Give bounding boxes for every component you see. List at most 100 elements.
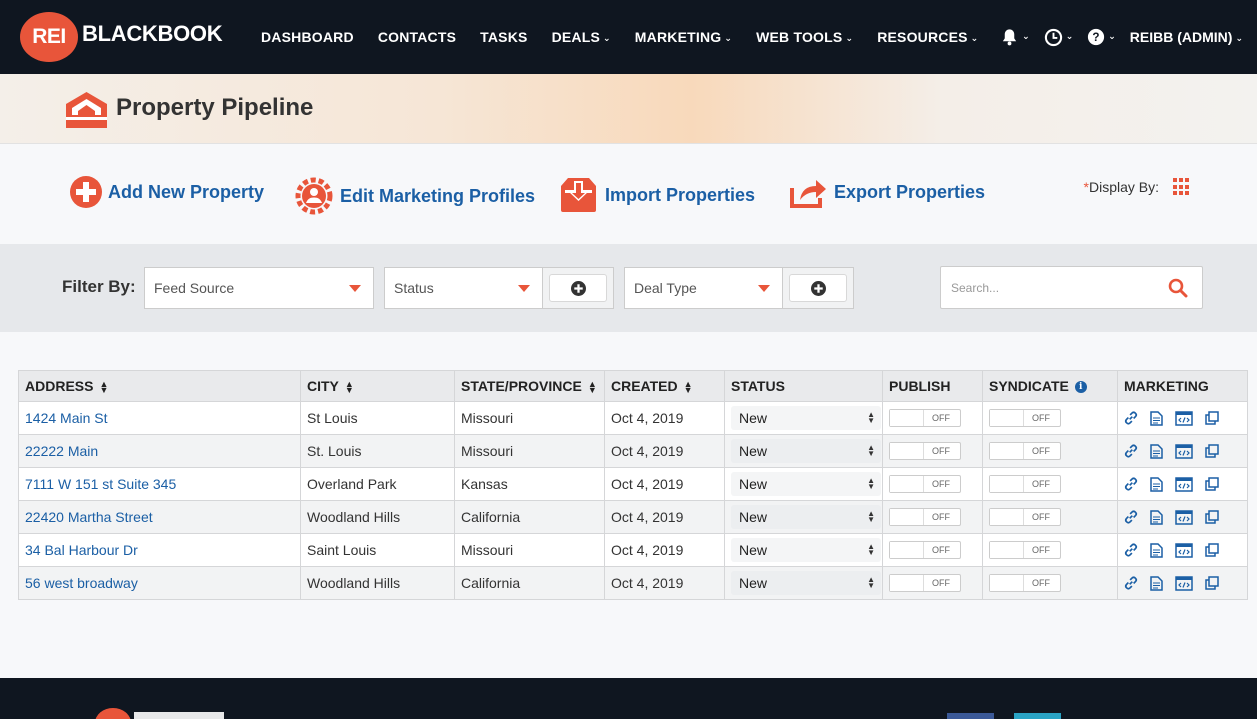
copy-icon[interactable]	[1205, 543, 1219, 557]
edit-marketing-profiles-button[interactable]: Edit Marketing Profiles	[294, 176, 535, 216]
copy-icon[interactable]	[1205, 510, 1219, 524]
user-menu[interactable]: REIBB (ADMIN) ⌄	[1130, 29, 1243, 45]
status-select[interactable]: New ▲ ▼	[731, 406, 881, 430]
address-link[interactable]: 22420 Martha Street	[25, 509, 153, 525]
link-icon[interactable]	[1124, 411, 1138, 425]
link-icon[interactable]	[1124, 444, 1138, 458]
dropdown-triangle-icon	[349, 285, 361, 292]
status-select[interactable]: New ▲ ▼	[731, 538, 881, 562]
status-select[interactable]: New ▲ ▼	[731, 439, 881, 463]
syndicate-toggle[interactable]: OFF	[989, 541, 1061, 559]
brand-logo[interactable]: REI BLACKBOOK	[20, 12, 223, 62]
document-icon[interactable]	[1150, 410, 1163, 426]
column-created-header[interactable]: CREATED ▲ ▼	[604, 370, 725, 402]
column-address-header[interactable]: ADDRESS ▲ ▼	[18, 370, 301, 402]
syndicate-toggle[interactable]: OFF	[989, 475, 1061, 493]
status-select[interactable]: Status	[384, 267, 543, 309]
feed-source-value: Feed Source	[154, 280, 235, 296]
address-link[interactable]: 7111 W 151 st Suite 345	[25, 476, 176, 492]
export-properties-button[interactable]: Export Properties	[790, 176, 985, 208]
nav-resources[interactable]: RESOURCES ⌄	[877, 29, 978, 45]
document-icon[interactable]	[1150, 509, 1163, 525]
syndicate-toggle[interactable]: OFF	[989, 409, 1061, 427]
user-gear-icon	[295, 177, 333, 215]
search-input[interactable]	[951, 277, 1151, 299]
history-menu[interactable]: ⌄	[1044, 28, 1073, 47]
cell-state: California	[454, 566, 605, 600]
copy-icon[interactable]	[1205, 411, 1219, 425]
add-status-filter-button[interactable]	[549, 274, 607, 302]
cell-address: 1424 Main St	[18, 401, 301, 435]
copy-icon[interactable]	[1205, 477, 1219, 491]
status-select[interactable]: New ▲ ▼	[731, 505, 881, 529]
facebook-icon[interactable]	[947, 713, 994, 719]
embed-code-icon[interactable]	[1175, 575, 1193, 591]
embed-code-icon[interactable]	[1175, 542, 1193, 558]
import-properties-button[interactable]: Import Properties	[558, 176, 755, 214]
publish-toggle[interactable]: OFF	[889, 508, 961, 526]
column-state-header[interactable]: STATE/PROVINCE ▲ ▼	[454, 370, 605, 402]
status-select[interactable]: New ▲ ▼	[731, 472, 881, 496]
publish-toggle[interactable]: OFF	[889, 541, 961, 559]
address-link[interactable]: 56 west broadway	[25, 575, 138, 591]
copy-icon[interactable]	[1205, 576, 1219, 590]
chevron-down-icon: ⌄	[970, 33, 979, 43]
link-icon[interactable]	[1124, 510, 1138, 524]
address-link[interactable]: 1424 Main St	[25, 410, 108, 426]
deal-type-select[interactable]: Deal Type	[624, 267, 783, 309]
column-city-header[interactable]: CITY ▲ ▼	[300, 370, 455, 402]
nav-contacts[interactable]: CONTACTS	[378, 29, 456, 45]
link-icon[interactable]	[1124, 576, 1138, 590]
add-property-button[interactable]: Add New Property	[70, 176, 264, 208]
select-arrows-icon: ▲ ▼	[867, 410, 875, 425]
feed-source-select[interactable]: Feed Source	[144, 267, 374, 309]
document-icon[interactable]	[1150, 476, 1163, 492]
header-label: SYNDICATE	[989, 378, 1069, 394]
user-name: REIBB (ADMIN)	[1129, 29, 1233, 45]
cell-address: 7111 W 151 st Suite 345	[18, 467, 301, 501]
cell-publish: OFF	[882, 500, 983, 534]
document-icon[interactable]	[1150, 542, 1163, 558]
twitter-icon[interactable]	[1014, 713, 1061, 719]
table-row: 7111 W 151 st Suite 345 Overland Park Kans…	[18, 467, 1248, 501]
search-icon[interactable]	[1168, 278, 1188, 298]
notifications-menu[interactable]: ⌄	[1000, 27, 1030, 47]
document-icon[interactable]	[1150, 443, 1163, 459]
toggle-label: OFF	[1032, 512, 1050, 522]
chevron-down-icon: ⌄	[1108, 30, 1116, 41]
embed-code-icon[interactable]	[1175, 443, 1193, 459]
toggle-label: OFF	[932, 578, 950, 588]
nav-dashboard[interactable]: DASHBOARD	[261, 29, 354, 45]
publish-toggle[interactable]: OFF	[889, 442, 961, 460]
nav-web-tools[interactable]: WEB TOOLS ⌄	[756, 29, 853, 45]
deal-type-value: Deal Type	[634, 280, 697, 296]
display-by: * Display By:	[1084, 178, 1191, 196]
nav-tasks[interactable]: TASKS	[480, 29, 527, 45]
publish-toggle[interactable]: OFF	[889, 409, 961, 427]
address-link[interactable]: 22222 Main	[25, 443, 98, 459]
syndicate-toggle[interactable]: OFF	[989, 574, 1061, 592]
embed-code-icon[interactable]	[1175, 509, 1193, 525]
link-icon[interactable]	[1124, 477, 1138, 491]
nav-deals[interactable]: DEALS ⌄	[552, 29, 611, 45]
address-link[interactable]: 34 Bal Harbour Dr	[25, 542, 138, 558]
info-icon[interactable]: i	[1074, 381, 1087, 394]
embed-code-icon[interactable]	[1175, 476, 1193, 492]
status-select[interactable]: New ▲ ▼	[731, 571, 881, 595]
link-icon[interactable]	[1124, 543, 1138, 557]
nav-marketing[interactable]: MARKETING ⌄	[635, 29, 732, 45]
house-icon	[66, 92, 107, 128]
publish-toggle[interactable]: OFF	[889, 574, 961, 592]
embed-code-icon[interactable]	[1175, 410, 1193, 426]
publish-toggle[interactable]: OFF	[889, 475, 961, 493]
marketing-actions	[1124, 509, 1241, 525]
document-icon[interactable]	[1150, 575, 1163, 591]
grid-view-icon[interactable]	[1173, 178, 1191, 196]
sort-icon: ▲ ▼	[587, 379, 597, 396]
syndicate-toggle[interactable]: OFF	[989, 508, 1061, 526]
table-body: 1424 Main St St Louis Missouri Oct 4, 2019 N…	[18, 401, 1248, 600]
help-menu[interactable]: ? ⌄	[1087, 28, 1116, 46]
copy-icon[interactable]	[1205, 444, 1219, 458]
syndicate-toggle[interactable]: OFF	[989, 442, 1061, 460]
add-deal-type-filter-button[interactable]	[789, 274, 847, 302]
